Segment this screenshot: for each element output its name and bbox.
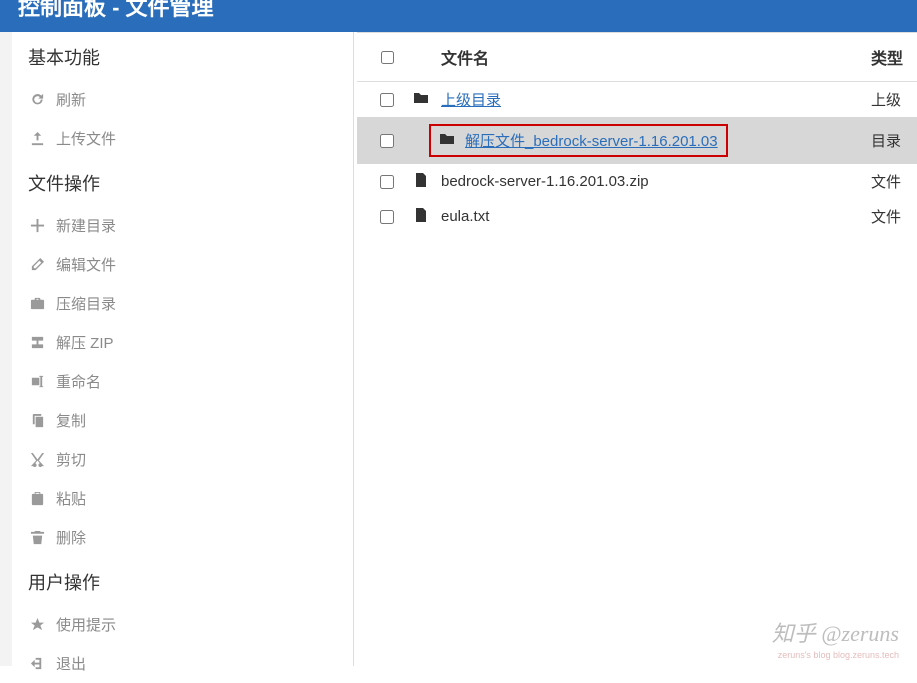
table-row[interactable]: eula.txt 文件	[357, 199, 917, 234]
page-header: 控制面板 - 文件管理	[0, 0, 917, 32]
row-checkbox[interactable]	[380, 93, 394, 107]
select-all-checkbox[interactable]	[381, 51, 394, 64]
column-header-type: 类型	[871, 45, 907, 69]
page-title: 控制面板 - 文件管理	[18, 0, 214, 22]
table-row[interactable]: 上级目录 上级	[357, 82, 917, 117]
sidebar-item-label: 使用提示	[56, 614, 116, 635]
select-all-cell[interactable]	[367, 51, 407, 64]
column-header-name: 文件名	[435, 45, 871, 69]
trash-icon	[28, 530, 46, 545]
sidebar-item-upload[interactable]: 上传文件	[12, 119, 353, 158]
file-type: 目录	[871, 130, 907, 151]
sidebar-item-plus[interactable]: 新建目录	[12, 206, 353, 245]
left-gutter	[0, 32, 12, 666]
file-type: 上级	[871, 89, 907, 110]
folder-icon	[413, 90, 429, 110]
sidebar-item-rename[interactable]: 重命名	[12, 362, 353, 401]
plus-icon	[28, 218, 46, 233]
file-name: eula.txt	[441, 208, 489, 225]
cut-icon	[28, 452, 46, 467]
sidebar-section-title: 用户操作	[12, 557, 353, 605]
sidebar-item-copy[interactable]: 复制	[12, 401, 353, 440]
table-row[interactable]: bedrock-server-1.16.201.03.zip 文件	[357, 164, 917, 199]
row-checkbox[interactable]	[380, 134, 394, 148]
sidebar-item-unzip[interactable]: 解压 ZIP	[12, 323, 353, 362]
file-table: 文件名 类型 上级目录 上级解压文件_bedrock-server-1.16.20…	[357, 32, 917, 666]
file-type: 文件	[871, 171, 907, 192]
briefcase-icon	[28, 296, 46, 311]
refresh-icon	[28, 92, 46, 107]
upload-icon	[28, 131, 46, 146]
folder-icon	[439, 131, 455, 151]
table-header-row: 文件名 类型	[357, 33, 917, 82]
sidebar-item-trash[interactable]: 删除	[12, 518, 353, 557]
sidebar-item-label: 刷新	[56, 89, 86, 110]
sidebar-item-refresh[interactable]: 刷新	[12, 80, 353, 119]
table-row[interactable]: 解压文件_bedrock-server-1.16.201.03 目录	[357, 117, 917, 164]
rename-icon	[28, 374, 46, 389]
sidebar-item-label: 重命名	[56, 371, 101, 392]
sidebar-item-label: 编辑文件	[56, 254, 116, 275]
sidebar-item-pencil[interactable]: 编辑文件	[12, 245, 353, 284]
copy-icon	[28, 413, 46, 428]
sidebar-item-cut[interactable]: 剪切	[12, 440, 353, 479]
file-type: 文件	[871, 206, 907, 227]
logout-icon	[28, 656, 46, 671]
sidebar-item-star[interactable]: 使用提示	[12, 605, 353, 644]
sidebar-item-paste[interactable]: 粘贴	[12, 479, 353, 518]
file-icon	[413, 207, 429, 227]
sidebar: 基本功能刷新上传文件文件操作新建目录编辑文件压缩目录解压 ZIP 重命名复制剪切粘…	[12, 32, 354, 666]
sidebar-item-label: 新建目录	[56, 215, 116, 236]
pencil-icon	[28, 257, 46, 272]
paste-icon	[28, 491, 46, 506]
sidebar-item-logout[interactable]: 退出	[12, 644, 353, 683]
sidebar-item-label: 解压 ZIP	[56, 332, 114, 353]
row-checkbox[interactable]	[380, 210, 394, 224]
sidebar-item-label: 压缩目录	[56, 293, 116, 314]
sidebar-item-label: 退出	[56, 653, 86, 674]
unzip-icon	[28, 335, 46, 350]
highlight-box: 解压文件_bedrock-server-1.16.201.03	[429, 124, 728, 157]
sidebar-item-label: 删除	[56, 527, 86, 548]
sidebar-item-briefcase[interactable]: 压缩目录	[12, 284, 353, 323]
file-link[interactable]: 解压文件_bedrock-server-1.16.201.03	[465, 130, 718, 151]
row-checkbox[interactable]	[380, 175, 394, 189]
file-name: bedrock-server-1.16.201.03.zip	[441, 173, 649, 190]
sidebar-item-label: 粘贴	[56, 488, 86, 509]
file-icon	[413, 172, 429, 192]
file-link[interactable]: 上级目录	[441, 92, 501, 109]
sidebar-section-title: 基本功能	[12, 32, 353, 80]
sidebar-item-label: 上传文件	[56, 128, 116, 149]
sidebar-item-label: 复制	[56, 410, 86, 431]
star-icon	[28, 617, 46, 632]
sidebar-section-title: 文件操作	[12, 158, 353, 206]
sidebar-item-label: 剪切	[56, 449, 86, 470]
